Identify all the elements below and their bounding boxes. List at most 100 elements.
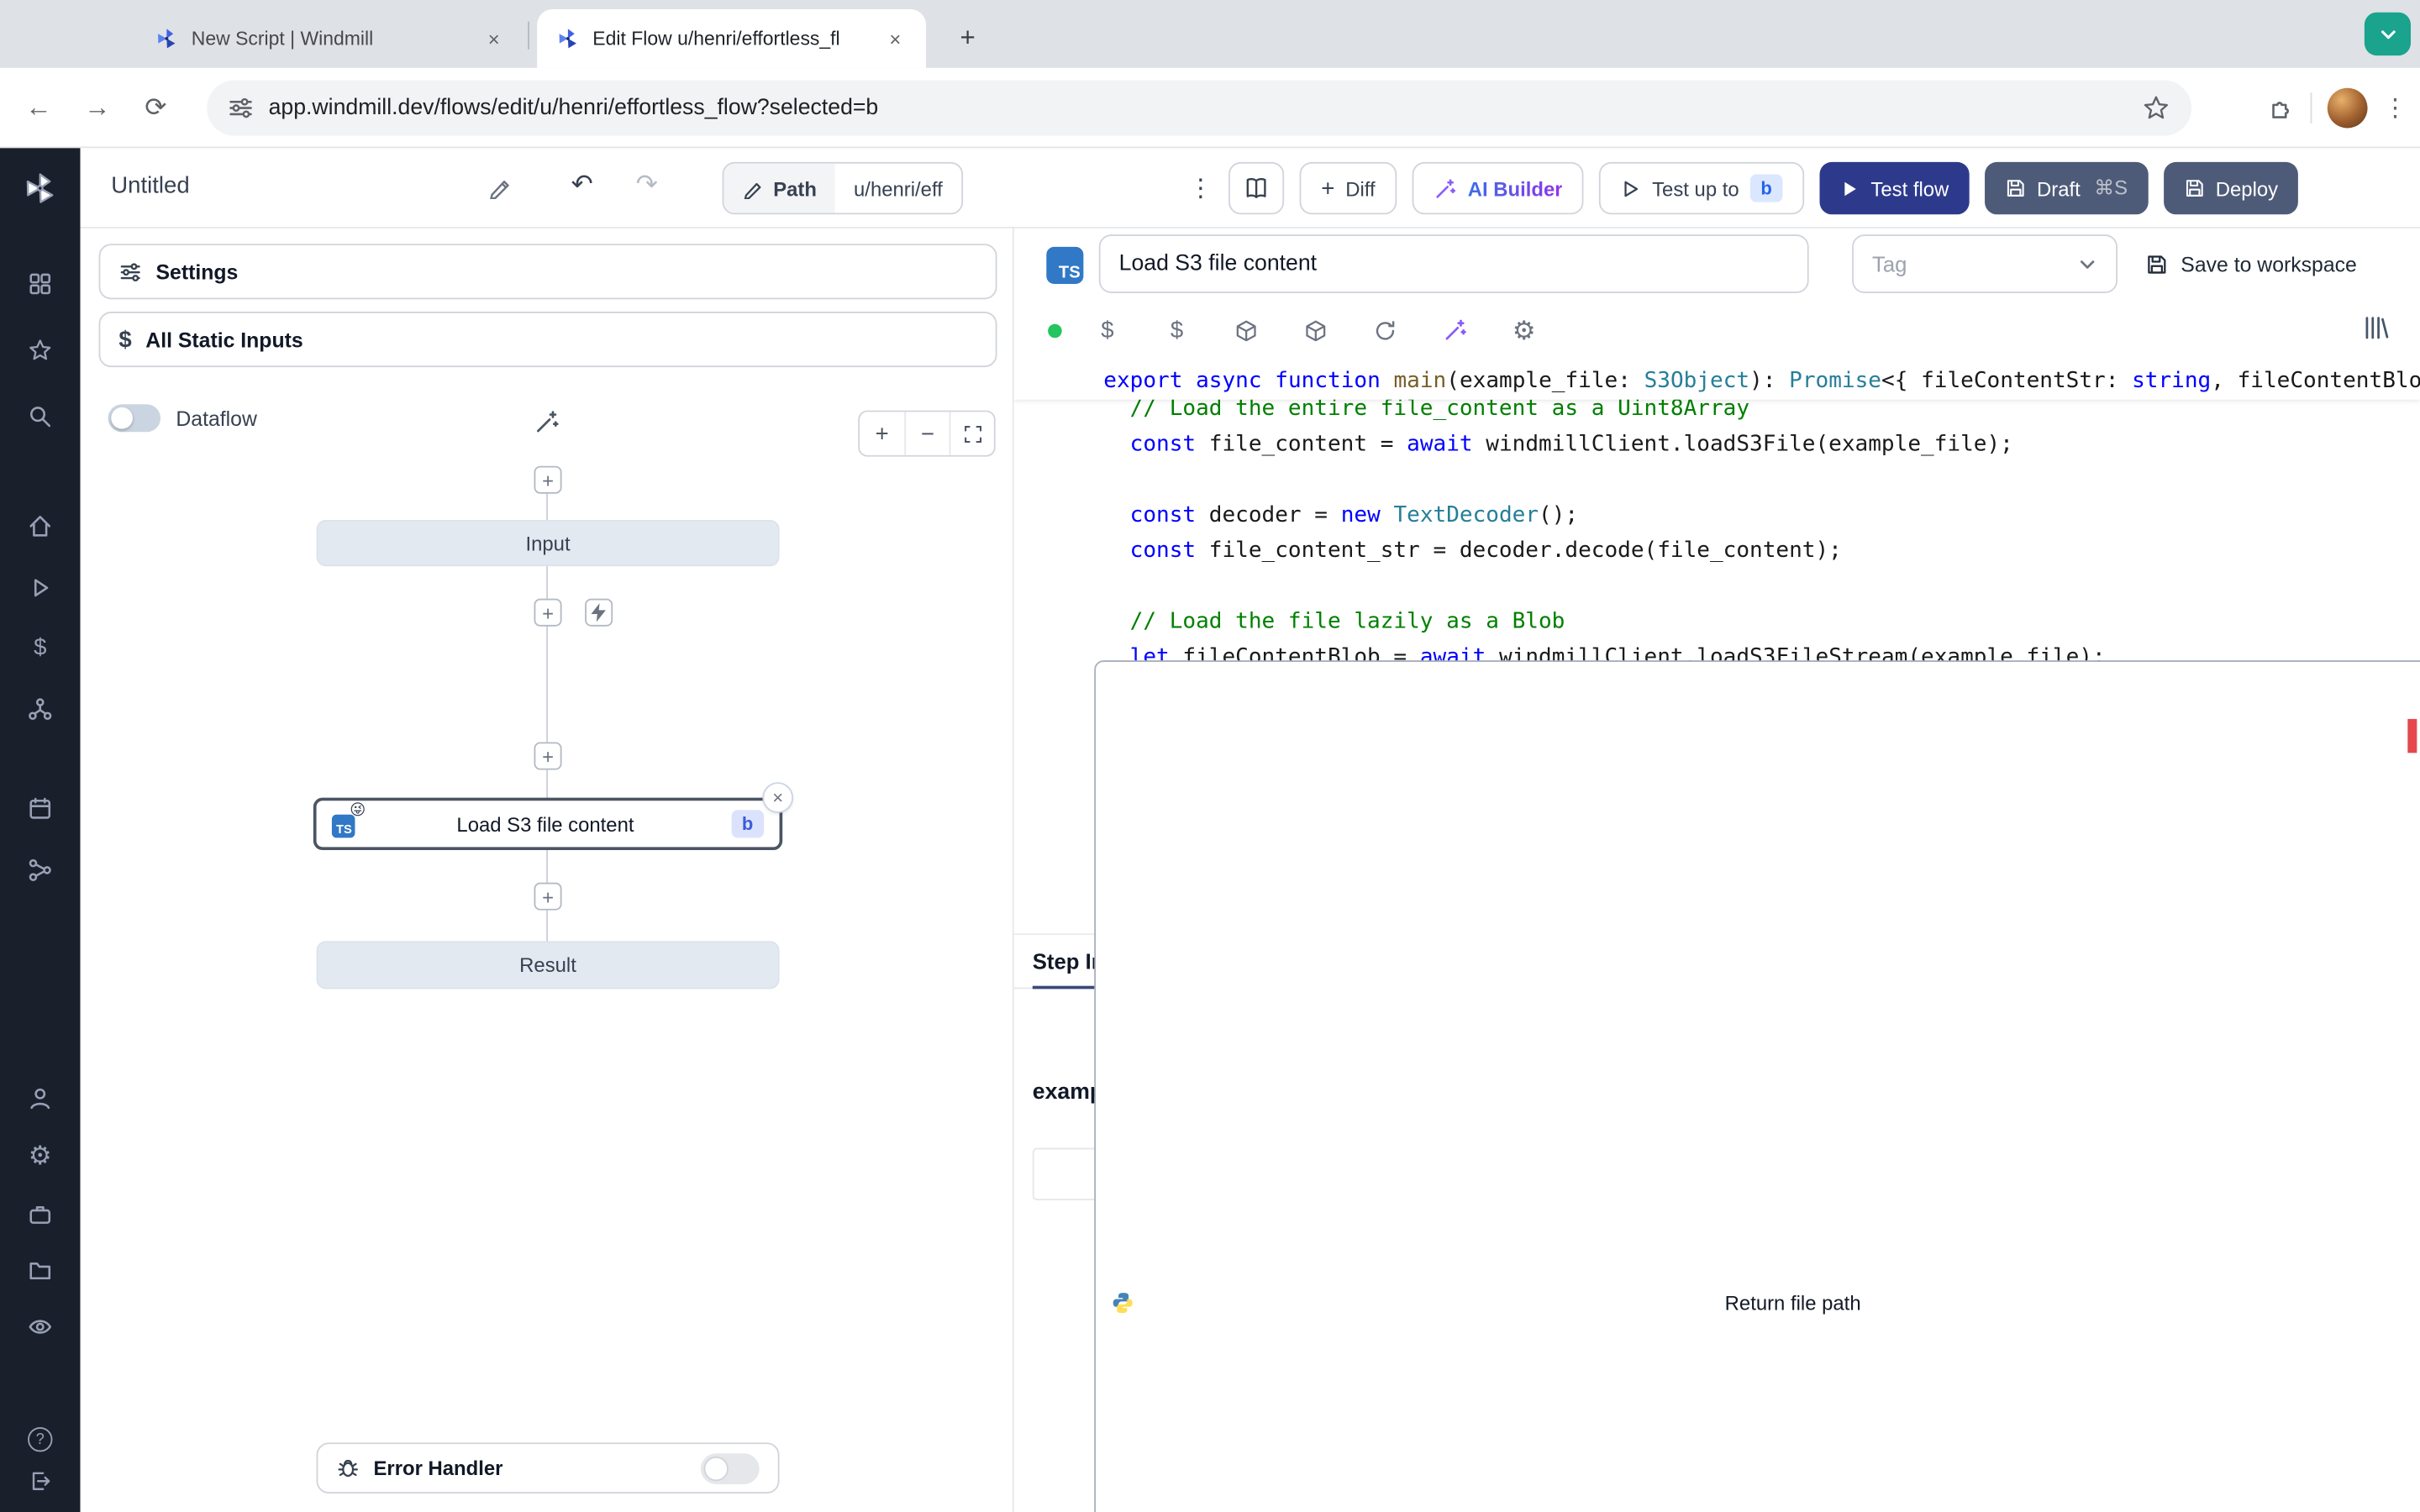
browser-tab-strip: New Script | Windmill × Edit Flow u/henr… [0, 0, 2420, 68]
resources-icon[interactable] [28, 697, 52, 722]
edit-title-pencil-icon[interactable] [487, 176, 511, 199]
error-handler-row[interactable]: Error Handler [317, 1442, 780, 1494]
url-text: app.windmill.dev/flows/edit/u/henri/effo… [269, 96, 2127, 120]
users-icon[interactable] [28, 1086, 52, 1110]
back-button[interactable]: ← [15, 84, 61, 130]
add-step-button[interactable]: + [534, 742, 562, 769]
more-options-kebab-icon[interactable]: ⋮ [1188, 173, 1213, 204]
favorites-star-icon[interactable] [28, 338, 52, 362]
close-icon[interactable]: × [481, 26, 506, 50]
search-icon[interactable] [28, 404, 52, 428]
library-icon[interactable] [2363, 315, 2389, 341]
add-step-button[interactable]: + [534, 599, 562, 627]
error-marker [2407, 719, 2417, 753]
zoom-in-button[interactable]: + [860, 412, 904, 454]
variables-picker-icon[interactable]: $ [1073, 317, 1143, 343]
test-up-to-button[interactable]: Test up to b [1600, 162, 1805, 214]
redo-icon[interactable]: ↷ [636, 170, 658, 201]
dataflow-toggle[interactable] [108, 404, 160, 432]
reload-icon[interactable] [1350, 318, 1420, 342]
save-to-workspace-button[interactable]: Save to workspace [2145, 244, 2357, 284]
flow-header: Untitled ↶ ↷ Path u/henri/eff ⋮ + Diff A [81, 148, 2420, 228]
ai-builder-button[interactable]: AI Builder [1413, 162, 1585, 214]
flow-node-input[interactable]: Input [317, 520, 780, 566]
dollar-icon: $ [118, 326, 131, 352]
folders-icon[interactable] [28, 1257, 52, 1282]
play-icon [1840, 178, 1860, 198]
python-icon [1111, 1290, 1134, 1314]
tab-search-button[interactable] [2365, 13, 2411, 55]
static-inputs-row[interactable]: $ All Static Inputs [99, 312, 997, 367]
flows-icon[interactable] [28, 858, 52, 882]
chevron-down-icon [2377, 24, 2397, 44]
bug-icon [336, 1457, 360, 1480]
schedules-icon[interactable] [28, 796, 52, 821]
tab-title: New Script | Windmill [192, 28, 470, 50]
editor-settings-gear-icon[interactable]: ⚙ [1489, 317, 1559, 343]
error-handler-toggle[interactable] [701, 1452, 760, 1483]
sliders-icon [118, 260, 142, 283]
fit-view-button[interactable] [950, 412, 994, 454]
test-flow-button[interactable]: Test flow [1820, 162, 1969, 214]
close-icon[interactable]: × [883, 26, 908, 50]
browser-tab-edit-flow[interactable]: Edit Flow u/henri/effortless_fl × [537, 9, 926, 68]
flow-title: Untitled [111, 173, 189, 199]
bookmark-star-icon[interactable] [2142, 94, 2170, 122]
logout-icon[interactable] [29, 1469, 52, 1493]
draft-button[interactable]: Draft ⌘S [1985, 162, 2148, 214]
new-tab-button[interactable]: + [948, 18, 988, 59]
site-settings-icon[interactable] [229, 96, 253, 120]
profile-avatar[interactable] [2328, 88, 2368, 129]
windmill-favicon [155, 26, 179, 50]
sticky-scroll-line: export async function main(example_file:… [1014, 364, 2420, 399]
zoom-out-button[interactable]: − [904, 412, 949, 454]
remove-step-button[interactable]: × [762, 782, 793, 813]
address-bar[interactable]: app.windmill.dev/flows/edit/u/henri/effo… [207, 81, 2191, 136]
ai-generate-wand-icon[interactable] [1420, 318, 1490, 342]
flow-graph-panel: Settings $ All Static Inputs Dataflow + … [81, 228, 1014, 1512]
variables-icon[interactable]: $ [34, 637, 46, 660]
path-label: Path [773, 176, 817, 200]
emoji-icon: 😜 [350, 804, 366, 819]
tab-title: Edit Flow u/henri/effortless_fl [592, 28, 871, 50]
forward-button[interactable]: → [74, 84, 120, 130]
play-icon [1621, 178, 1641, 198]
book-icon [1244, 176, 1268, 200]
workers-icon[interactable] [28, 1202, 52, 1226]
browser-tab-new-script[interactable]: New Script | Windmill × [136, 9, 525, 68]
tab-divider [528, 22, 529, 50]
package-icon[interactable] [1212, 318, 1281, 342]
undo-icon[interactable]: ↶ [571, 170, 593, 201]
settings-gear-icon[interactable]: ⚙ [29, 1142, 52, 1168]
shortcut-hint: ⌘S [2094, 176, 2128, 200]
flow-node-step-b-selected[interactable]: TS😜 Load S3 file content b [313, 798, 782, 850]
flow-node-step-a[interactable]: Return file path a [1094, 660, 2420, 1512]
runs-icon[interactable] [28, 575, 52, 600]
add-branch-bolt-button[interactable] [585, 599, 613, 627]
add-step-button[interactable]: + [534, 466, 562, 494]
step-summary-input[interactable] [1099, 234, 1809, 293]
browser-menu-icon[interactable]: ⋮ [2383, 92, 2407, 123]
canvas-zoom-controls: + − [858, 411, 995, 457]
deploy-button[interactable]: Deploy [2163, 162, 2298, 214]
reload-button[interactable]: ⟳ [133, 84, 179, 130]
apps-icon[interactable] [28, 271, 52, 296]
flow-settings-row[interactable]: Settings [99, 244, 997, 299]
app-sidebar: $ ⚙ ? [0, 148, 81, 1512]
home-icon[interactable] [28, 514, 52, 538]
docs-book-button[interactable] [1228, 162, 1284, 214]
chevron-down-icon [2077, 254, 2097, 274]
path-button[interactable]: Path u/henri/eff [723, 162, 963, 214]
package-icon[interactable] [1281, 318, 1350, 342]
save-icon [2004, 177, 2026, 199]
extensions-icon[interactable] [2267, 94, 2295, 122]
help-icon[interactable]: ? [28, 1427, 52, 1452]
windmill-logo[interactable] [24, 171, 57, 205]
diff-button[interactable]: + Diff [1300, 162, 1397, 214]
flow-node-result[interactable]: Result [317, 941, 780, 989]
ai-flow-wand-icon[interactable] [534, 409, 560, 435]
resources-picker-icon[interactable]: $ [1142, 317, 1212, 343]
add-step-button[interactable]: + [534, 883, 562, 911]
audit-logs-eye-icon[interactable] [28, 1315, 52, 1339]
tag-select[interactable]: Tag [1852, 234, 2118, 293]
